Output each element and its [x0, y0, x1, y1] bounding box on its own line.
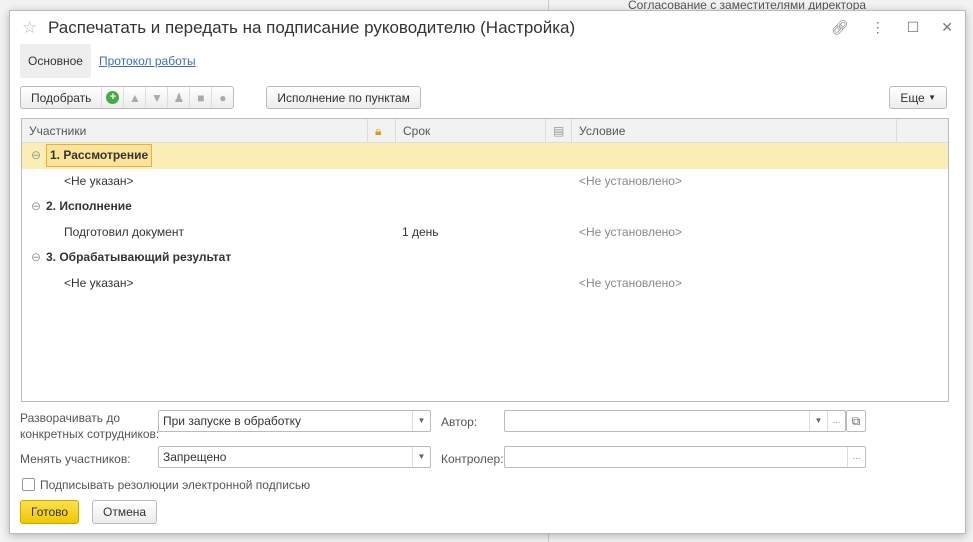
condition-cell: <Не установлено> [579, 173, 682, 188]
author-field[interactable]: ▼… [504, 410, 846, 432]
column-term[interactable]: Срок [396, 119, 546, 143]
author-label: Автор: [441, 415, 478, 429]
sign-label[interactable]: Подписывать резолюции электронной подпис… [40, 478, 310, 492]
close-icon[interactable]: ✕ [941, 19, 953, 36]
collapse-icon[interactable]: ⊖ [31, 194, 41, 219]
tab-protocol[interactable]: Протокол работы [91, 44, 204, 78]
dropdown-icon[interactable]: ▼ [412, 411, 430, 431]
move-up-icon[interactable]: ▲ [123, 87, 145, 108]
tab-main[interactable]: Основное [20, 44, 91, 78]
move-down-icon[interactable]: ▼ [145, 87, 167, 108]
sign-checkbox[interactable] [22, 478, 35, 491]
open-icon[interactable]: ⧉ [846, 410, 866, 432]
lock-column-icon: 🔒︎ [368, 119, 396, 143]
group-row[interactable]: ⊖ 2. Исполнение [22, 194, 948, 220]
condition-cell: <Не установлено> [579, 224, 682, 239]
table-row[interactable]: <Не указан> <Не установлено> [22, 271, 948, 297]
more-vert-icon[interactable]: ⋮ [871, 19, 885, 36]
expand-value: При запуске в обработку [163, 414, 302, 428]
group-row[interactable]: ⊖ 3. Обрабатывающий результат [22, 245, 948, 271]
collapse-icon[interactable]: ⊖ [31, 143, 41, 168]
group-name: 3. Обрабатывающий результат [46, 250, 232, 264]
delete-icon[interactable]: ● [211, 87, 233, 108]
execution-by-items-button[interactable]: Исполнение по пунктам [266, 86, 421, 109]
table-row[interactable]: Подготовил документ 1 день <Не установлено… [22, 220, 948, 246]
cancel-button[interactable]: Отмена [92, 500, 158, 524]
expand-select[interactable]: При запуске в обработку ▼ [158, 410, 431, 432]
maximize-icon[interactable]: ☐ [907, 19, 920, 36]
link-icon[interactable]: 🔗︎ [831, 19, 849, 36]
lock-icon[interactable]: ■ [189, 87, 211, 108]
expand-label: Разворачивать до [20, 411, 121, 425]
select-ellipsis-icon[interactable]: … [827, 411, 845, 431]
collapse-icon[interactable]: ⊖ [31, 245, 41, 270]
more-label: Еще [900, 90, 925, 105]
expand-label-2: конкретных сотрудников: [20, 427, 160, 441]
note-column-icon: ▤ [546, 119, 572, 143]
change-value: Запрещено [163, 450, 227, 464]
column-condition[interactable]: Условие [572, 119, 897, 143]
participant-cell: <Не указан> [64, 275, 134, 290]
term-cell: 1 день [402, 224, 439, 239]
add-icon[interactable]: + [101, 87, 123, 108]
change-select[interactable]: Запрещено ▼ [158, 446, 431, 468]
controller-label: Контролер: [441, 452, 504, 466]
condition-cell: <Не установлено> [579, 275, 682, 290]
select-ellipsis-icon[interactable]: … [847, 447, 865, 467]
change-label: Менять участников: [20, 452, 131, 466]
controller-field[interactable]: … [504, 446, 866, 468]
window-title: Распечатать и передать на подписание рук… [48, 18, 576, 37]
table-row[interactable]: <Не указан> <Не установлено> [22, 169, 948, 195]
group-name: 1. Рассмотрение [46, 144, 153, 167]
ok-button[interactable]: Готово [20, 500, 80, 524]
group-row[interactable]: ⊖ 1. Рассмотрение [22, 143, 948, 169]
group-name: 2. Исполнение [46, 199, 132, 213]
dropdown-icon[interactable]: ▼ [809, 411, 827, 431]
participants-table: Участники 🔒︎ Срок ▤ Условие ⊖ 1. Рассмотр… [21, 118, 949, 402]
dropdown-icon[interactable]: ▼ [412, 447, 430, 467]
pick-button[interactable]: Подобрать [21, 87, 101, 108]
settings-dialog: ☆ Распечатать и передать на подписание р… [9, 10, 966, 534]
favorite-star-icon[interactable]: ☆ [22, 18, 37, 38]
participant-cell: Подготовил документ [64, 224, 184, 239]
column-participants[interactable]: Участники [22, 119, 368, 143]
chevron-down-icon: ▼ [928, 93, 936, 102]
participant-cell: <Не указан> [64, 173, 134, 188]
more-button[interactable]: Еще ▼ [889, 86, 947, 109]
person-icon[interactable]: ♟ [167, 87, 189, 108]
